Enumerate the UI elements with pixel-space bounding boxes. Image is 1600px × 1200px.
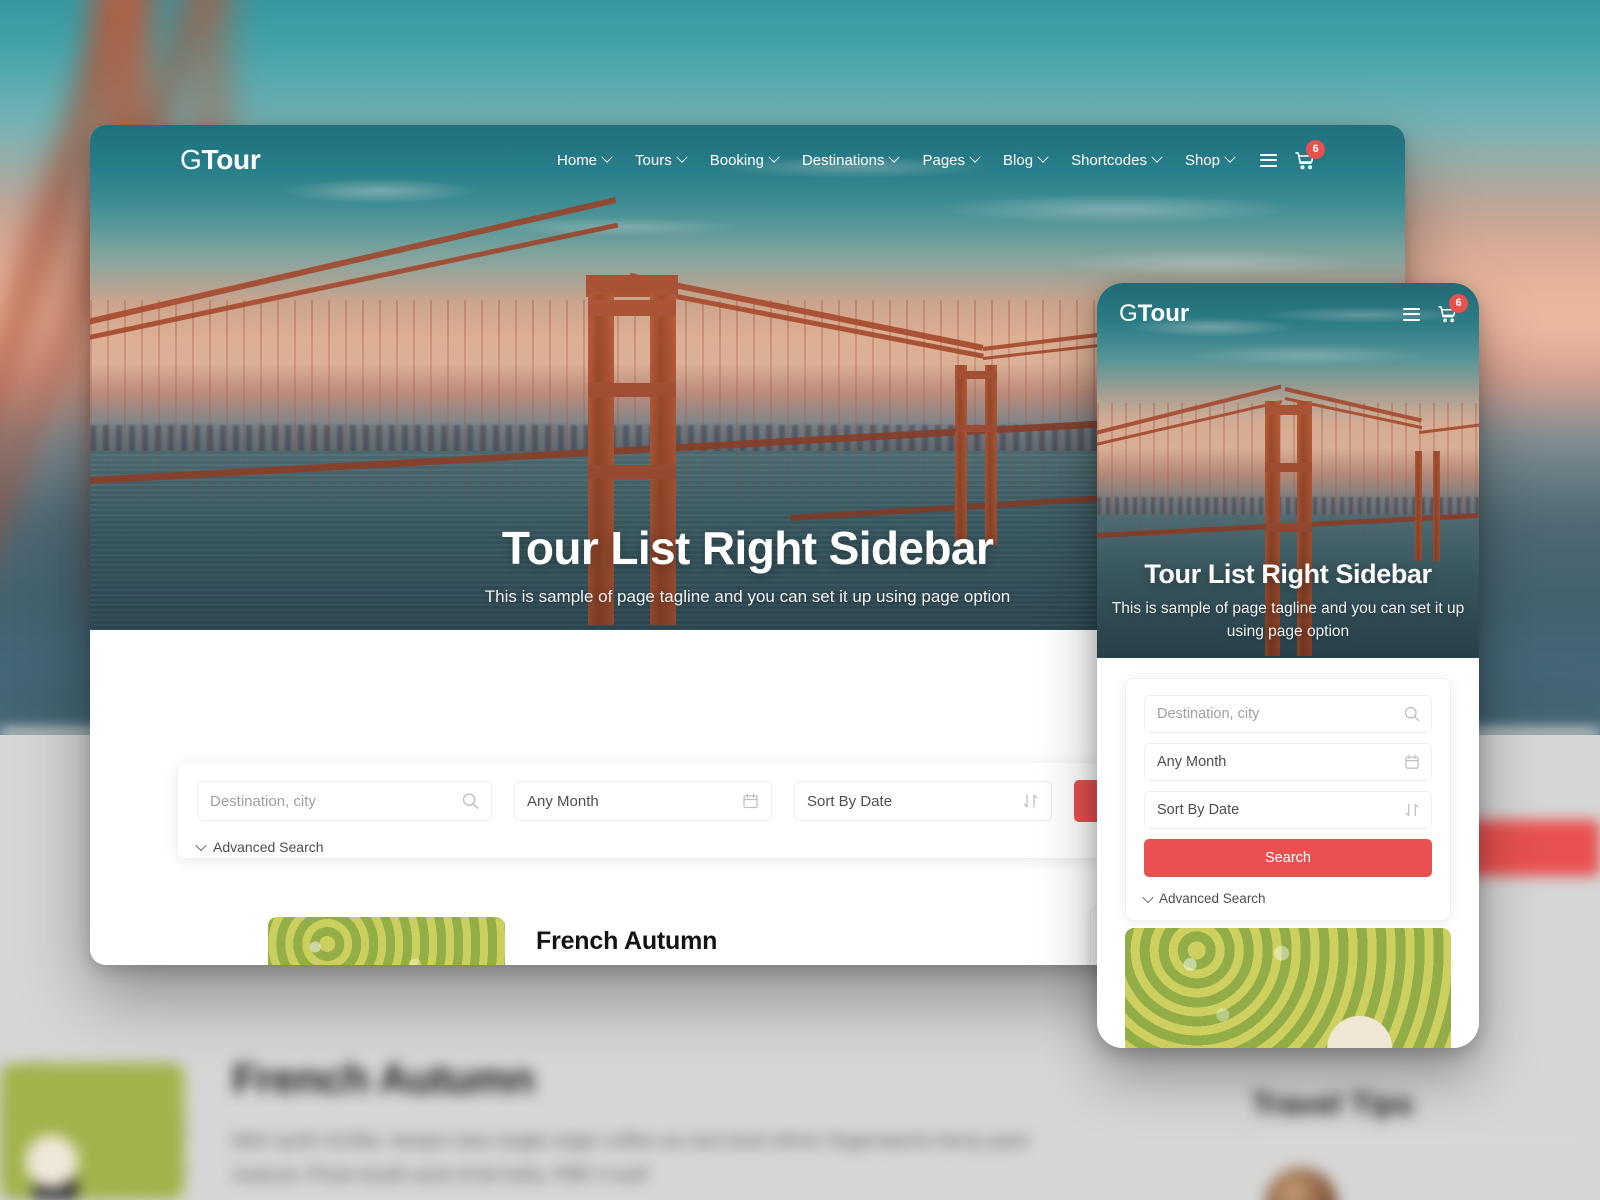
mobile-header-tools: 6 [1403,294,1468,323]
mobile-site-logo[interactable]: GTour [1119,300,1189,328]
search-icon [462,793,479,810]
mobile-destination-placeholder: Destination, city [1157,706,1260,722]
mobile-hero-text-block: Tour List Right Sidebar This is sample o… [1097,559,1479,643]
hamburger-icon[interactable] [1403,307,1420,321]
nav-item-home[interactable]: Home [557,151,613,169]
month-value: Any Month [527,792,599,810]
nav-label: Shop [1184,151,1220,169]
background-sidebar-divider [1252,1140,1582,1142]
nav-label: Destinations [801,151,885,169]
cart-count-badge: 6 [1449,294,1468,313]
background-tour-title: French Autumn [232,1055,535,1102]
mobile-sort-value: Sort By Date [1157,802,1240,818]
logo-letter-g: G [1119,300,1138,327]
background-sidebar-title: Travel Tips [1252,1086,1414,1121]
nav-item-pages[interactable]: Pages [922,151,981,169]
mobile-mockup: GTour 6 Tour List Right Sidebar This is … [1097,283,1479,1048]
mobile-month-select[interactable]: Any Month [1144,743,1432,781]
logo-word-tour: Tour [1137,300,1190,327]
nav-item-booking[interactable]: Booking [709,151,780,169]
chevron-down-icon [676,151,688,163]
mobile-body: Destination, city Any Month Sort By Date [1097,658,1479,1048]
mobile-tour-thumbnail[interactable] [1125,928,1451,1048]
nav-label: Pages [922,151,966,169]
screenshot-stage: Search French Autumn Meh synth Schlitz, … [0,0,1600,1200]
primary-navigation: Home Tours Booking Destinations Pages Bl… [557,151,1236,169]
shopping-cart-icon[interactable]: 6 [1438,294,1468,323]
tour-title[interactable]: French Autumn [536,927,717,956]
background-tour-description: Meh synth Schlitz, tempor duis single-or… [232,1131,1030,1186]
mobile-destination-input[interactable]: Destination, city [1144,695,1432,733]
sort-select[interactable]: Sort By Date [794,781,1052,821]
header-tools: 6 [1260,139,1325,170]
nav-label: Home [557,151,598,169]
logo-letter-g: G [180,144,202,175]
nav-label: Shortcodes [1071,151,1147,169]
background-sidebar-avatar [1265,1168,1337,1200]
sort-arrows-icon [1404,802,1420,818]
nav-label: Blog [1003,151,1034,169]
chevron-down-icon [601,151,613,163]
mobile-month-value: Any Month [1157,754,1227,770]
mobile-page-title: Tour List Right Sidebar [1144,559,1432,589]
chevron-down-icon [969,151,981,163]
background-tour-thumbnail [0,1063,185,1200]
mobile-search-button[interactable]: Search [1144,839,1432,877]
mobile-search-panel: Destination, city Any Month Sort By Date [1125,678,1451,921]
shopping-cart-icon[interactable]: 6 [1295,139,1325,170]
mobile-advanced-search-label: Advanced Search [1159,891,1266,906]
destination-input[interactable]: Destination, city [197,781,492,821]
chevron-down-icon [888,151,901,163]
destination-placeholder: Destination, city [210,792,316,810]
nav-item-shortcodes[interactable]: Shortcodes [1071,151,1163,169]
mobile-hero: GTour 6 Tour List Right Sidebar This is … [1097,283,1479,658]
advanced-search-label: Advanced Search [213,839,324,855]
cart-count-badge: 6 [1306,139,1325,159]
chevron-down-icon [195,839,207,852]
logo-word-tour: Tour [201,144,261,175]
chevron-down-icon [1151,151,1163,163]
nav-item-shop[interactable]: Shop [1184,151,1236,169]
desktop-header: GTour Home Tours Booking Destinations Pa… [90,125,1405,195]
calendar-icon [1404,754,1420,770]
chevron-down-icon [1037,151,1049,163]
hamburger-icon[interactable] [1260,153,1277,167]
nav-item-destinations[interactable]: Destinations [801,151,901,169]
tour-thumbnail[interactable] [268,917,505,965]
nav-item-blog[interactable]: Blog [1003,151,1049,169]
nav-label: Tours [635,151,672,169]
chevron-down-icon [1224,151,1236,163]
site-logo[interactable]: GTour [180,144,261,176]
calendar-icon [742,793,759,810]
nav-item-tours[interactable]: Tours [635,151,688,169]
mobile-page-tagline: This is sample of page tagline and you c… [1111,600,1465,640]
sort-arrows-icon [1022,793,1039,810]
sort-value: Sort By Date [807,792,893,810]
chevron-down-icon [1142,891,1154,903]
mobile-header: GTour 6 [1097,283,1479,345]
search-icon [1404,706,1420,722]
mobile-advanced-search-toggle[interactable]: Advanced Search [1142,891,1432,906]
chevron-down-icon [768,151,780,163]
mobile-sort-select[interactable]: Sort By Date [1144,791,1432,829]
month-select[interactable]: Any Month [514,781,772,821]
nav-label: Booking [709,151,764,169]
